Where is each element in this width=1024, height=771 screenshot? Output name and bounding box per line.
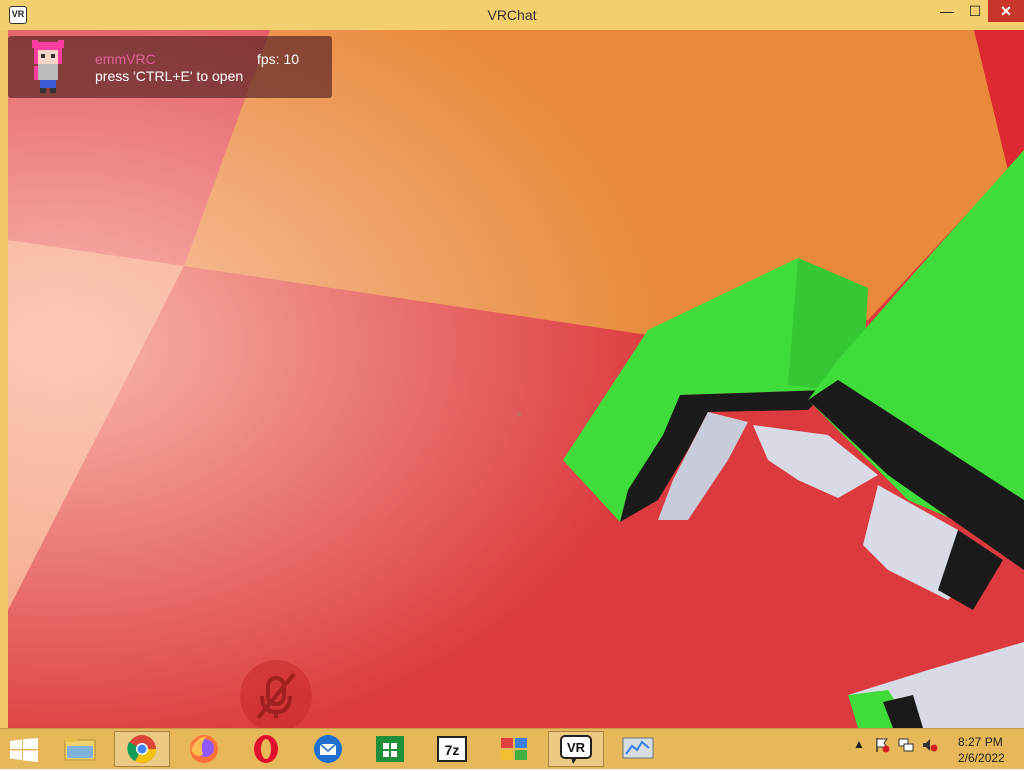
clock-time[interactable]: 8:27 PM xyxy=(958,735,1003,749)
network-icon[interactable] xyxy=(898,737,914,753)
crosshair-dot xyxy=(516,411,522,417)
taskbar-resource-monitor[interactable] xyxy=(610,731,666,767)
taskbar-file-explorer[interactable] xyxy=(52,731,108,767)
hud-mod-name: emmVRC xyxy=(95,51,156,67)
7zip-icon: 7z xyxy=(437,736,467,762)
action-center-flag-icon[interactable] xyxy=(874,737,890,753)
store-icon xyxy=(376,736,404,762)
svg-text:VR: VR xyxy=(567,740,586,755)
maximize-button[interactable]: ☐ xyxy=(960,0,990,22)
monitor-icon xyxy=(622,737,654,759)
folder-icon xyxy=(64,738,96,761)
thunderbird-icon xyxy=(314,735,342,763)
taskbar-thunderbird[interactable] xyxy=(300,731,356,767)
hud-hint: press 'CTRL+E' to open xyxy=(95,68,244,84)
window-title: VRChat xyxy=(487,7,537,23)
hud-fps: fps: 10 xyxy=(257,51,300,67)
emmvrc-hud: emmVRC fps: 10 press 'CTRL+E' to open xyxy=(8,36,332,98)
minimize-button[interactable]: — xyxy=(932,0,962,22)
taskbar-opera[interactable] xyxy=(238,731,294,767)
control-panel-icon xyxy=(501,738,527,760)
clock-date[interactable]: 2/6/2022 xyxy=(958,751,1005,765)
show-hidden-icons-button[interactable]: ▲ xyxy=(853,737,865,751)
opera-icon xyxy=(254,735,278,763)
taskbar-store[interactable] xyxy=(362,731,418,767)
start-button-windows-icon[interactable] xyxy=(10,738,38,762)
game-viewport[interactable] xyxy=(8,30,1024,728)
title-bar[interactable]: VR VRChat — ☐ ✕ xyxy=(0,0,1024,30)
chrome-icon xyxy=(127,735,156,763)
taskbar-vrchat[interactable]: VR xyxy=(548,731,604,767)
volume-muted-icon[interactable] xyxy=(922,737,938,753)
taskbar-7zip[interactable]: 7z xyxy=(424,731,480,767)
mic-muted-icon[interactable] xyxy=(240,660,312,732)
vrchat-icon: VR xyxy=(560,735,592,764)
avatar-icon xyxy=(32,40,64,93)
taskbar-control-panel[interactable] xyxy=(486,731,542,767)
svg-text:7z: 7z xyxy=(445,742,460,758)
taskbar-chrome[interactable] xyxy=(114,731,170,767)
taskbar: 7z VR ▲ 8:27 PM 2/6/2022 xyxy=(0,728,1024,769)
close-button[interactable]: ✕ xyxy=(988,0,1024,22)
taskbar-firefox[interactable] xyxy=(176,731,232,767)
firefox-icon xyxy=(190,735,218,763)
vrchat-window: VR VRChat — ☐ ✕ emmVRC fps: 10 press 'CT… xyxy=(0,0,1024,769)
3d-scene xyxy=(8,30,1024,728)
